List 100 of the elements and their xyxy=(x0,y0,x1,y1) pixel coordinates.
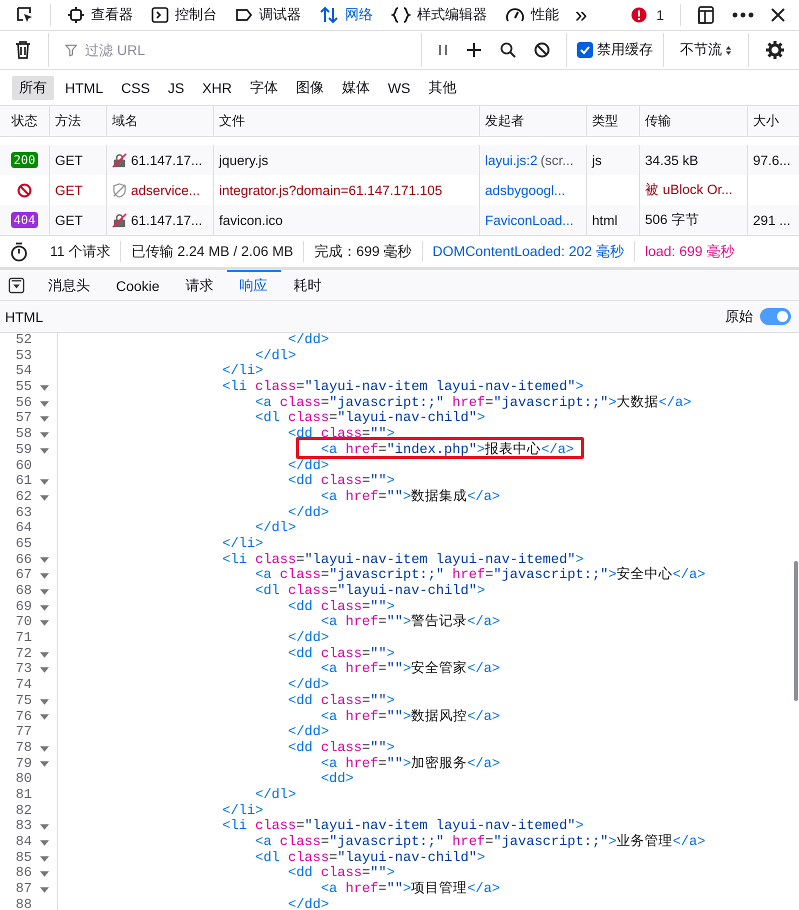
fold-arrow-icon[interactable] xyxy=(40,824,49,830)
fold-arrow-icon[interactable] xyxy=(40,856,49,862)
code-line: <li class="layui-nav-item layui-nav-itemed"> xyxy=(222,819,584,834)
fold-arrow-icon[interactable] xyxy=(40,588,49,595)
toolbar-tab[interactable]: 查看器 xyxy=(59,1,141,29)
updown-caret-icon xyxy=(725,44,732,56)
line-number: 72 xyxy=(14,646,32,662)
fold-arrow-icon[interactable] xyxy=(40,840,49,846)
settings-icon[interactable] xyxy=(765,40,785,60)
trash-icon[interactable] xyxy=(14,40,32,60)
disable-cache-checkbox[interactable]: 禁用缓存 xyxy=(577,41,653,59)
line-number: 86 xyxy=(14,866,32,882)
type-filter[interactable]: CSS xyxy=(114,76,157,98)
detail-tab[interactable]: 耗时 xyxy=(280,270,335,300)
table-cell: jquery.js xyxy=(219,152,268,168)
fold-arrow-icon[interactable] xyxy=(40,746,49,752)
code-line: <dl class="layui-nav-child"> xyxy=(255,411,486,426)
dock-icon[interactable] xyxy=(696,5,716,25)
type-filter[interactable]: 所有 xyxy=(12,76,54,100)
table-cell: html xyxy=(592,212,618,228)
column-header[interactable]: 类型 xyxy=(587,106,640,136)
type-filter[interactable]: JS xyxy=(160,76,192,98)
fold-arrow-icon[interactable] xyxy=(40,620,49,626)
line-number: 57 xyxy=(14,411,32,428)
pause-icon[interactable] xyxy=(438,42,448,58)
detail-tab[interactable]: Cookie xyxy=(103,270,173,300)
detail-tab[interactable]: 请求 xyxy=(172,270,227,300)
fold-arrow-icon[interactable] xyxy=(40,698,49,705)
line-number: 55 xyxy=(14,380,32,396)
fold-arrow-icon[interactable] xyxy=(40,416,49,422)
line-number: 88 xyxy=(14,898,32,910)
table-cell: 61.147.17... xyxy=(131,152,202,168)
type-filter[interactable]: 其他 xyxy=(421,76,464,100)
line-number: 61 xyxy=(14,474,32,490)
table-cell: integrator.js?domain=61.147.171.105 xyxy=(219,182,442,198)
filter-url-field[interactable]: 过滤 URL xyxy=(83,41,411,59)
summary-text: 11 个请求 xyxy=(49,242,112,260)
fold-arrow-icon[interactable] xyxy=(40,557,49,564)
stopwatch-icon xyxy=(10,242,28,262)
column-header[interactable]: 文件 xyxy=(214,106,480,136)
summary-text: load: 699 毫秒 xyxy=(644,242,736,260)
error-icon[interactable] xyxy=(631,7,648,23)
type-filter[interactable]: 媒体 xyxy=(334,76,377,100)
type-filter[interactable]: 图像 xyxy=(288,76,331,100)
line-number: 85 xyxy=(14,850,32,866)
search-icon[interactable] xyxy=(500,42,516,58)
fold-arrow-icon[interactable] xyxy=(40,573,49,580)
code-line: </dd> xyxy=(288,725,330,740)
initiator-link[interactable]: layui.js:2 xyxy=(485,152,538,168)
fold-arrow-icon[interactable] xyxy=(40,886,49,893)
code-line: </li> xyxy=(222,364,264,380)
type-filter[interactable]: 字体 xyxy=(242,76,285,100)
code-line: </dl> xyxy=(255,521,296,536)
toolbar-tab[interactable]: 样式编辑器 xyxy=(383,1,495,29)
fold-arrow-icon[interactable] xyxy=(40,400,49,407)
column-header[interactable]: 状态 xyxy=(0,106,50,136)
fold-arrow-icon[interactable] xyxy=(40,652,49,658)
column-header[interactable]: 大小 xyxy=(748,106,799,136)
close-icon[interactable] xyxy=(770,7,786,23)
fold-arrow-icon[interactable] xyxy=(40,667,49,674)
initiator-link[interactable]: FaviconLoad... xyxy=(485,212,574,228)
type-filter[interactable]: WS xyxy=(380,76,418,98)
fold-arrow-icon[interactable] xyxy=(40,494,49,501)
toolbar-tab[interactable]: 性能 xyxy=(497,1,567,29)
fold-arrow-icon[interactable] xyxy=(40,871,49,878)
code-line: </dd> xyxy=(288,678,330,694)
scrollbar-thumb[interactable] xyxy=(794,561,798,701)
fold-arrow-icon[interactable] xyxy=(40,432,49,438)
type-filter[interactable]: HTML xyxy=(58,76,110,98)
initiator-link[interactable]: adsbygoogl... xyxy=(485,182,566,198)
column-header[interactable]: 域名 xyxy=(107,106,214,136)
fold-arrow-icon[interactable] xyxy=(40,448,49,454)
fold-arrow-icon[interactable] xyxy=(40,479,49,486)
block-icon[interactable] xyxy=(534,42,550,58)
raw-toggle[interactable] xyxy=(760,308,791,325)
toolbar-tab[interactable]: 控制台 xyxy=(143,1,225,29)
line-number: 80 xyxy=(14,772,32,788)
fold-arrow-icon[interactable] xyxy=(40,761,49,768)
code-line: </dd> xyxy=(288,333,330,348)
plus-icon[interactable] xyxy=(466,42,482,58)
line-number: 69 xyxy=(14,600,32,616)
toolbar-tab[interactable]: 调试器 xyxy=(227,1,309,29)
error-count[interactable]: 1 xyxy=(656,7,664,23)
fold-arrow-icon[interactable] xyxy=(40,384,49,391)
crossed-lock-icon xyxy=(112,152,127,168)
column-header[interactable]: 传输 xyxy=(640,106,748,136)
table-cell: GET xyxy=(55,182,83,198)
toolbar-tab[interactable]: 网络 xyxy=(311,1,381,29)
crossed-shield-icon xyxy=(112,182,127,198)
column-header[interactable]: 发起者 xyxy=(480,106,587,136)
detail-tab[interactable]: 消息头 xyxy=(35,270,103,300)
throttle-dropdown[interactable]: 不节流 xyxy=(674,41,738,59)
fold-arrow-icon[interactable] xyxy=(40,714,49,720)
fold-arrow-icon[interactable] xyxy=(40,604,49,611)
type-filter[interactable]: XHR xyxy=(195,76,239,98)
collapse-panel-icon[interactable] xyxy=(8,276,25,294)
funnel-icon xyxy=(65,44,78,56)
column-header[interactable]: 方法 xyxy=(50,106,107,136)
more-options-icon[interactable] xyxy=(732,12,754,18)
more-tools-button[interactable]: » xyxy=(569,4,594,26)
